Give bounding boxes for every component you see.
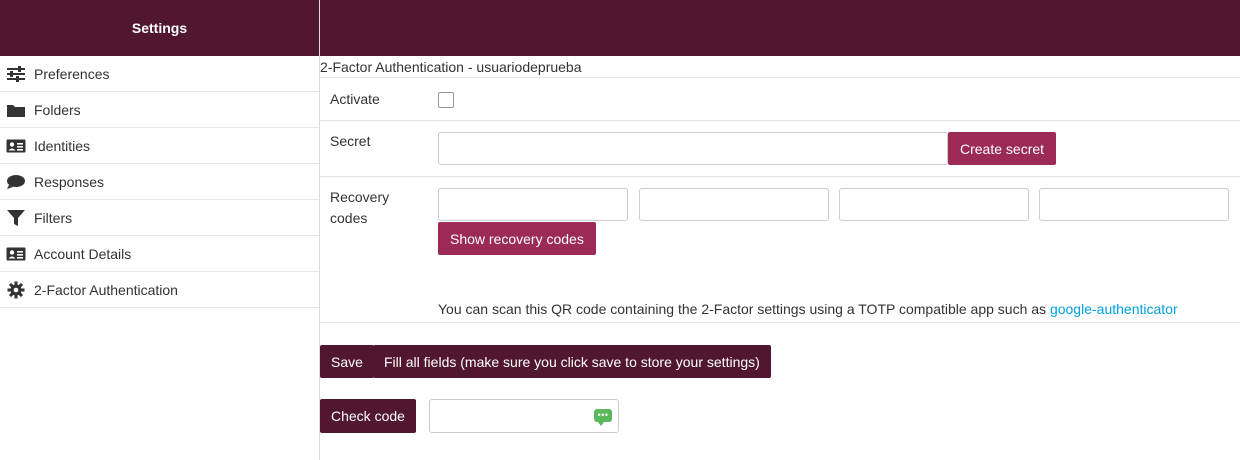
top-header-bar xyxy=(320,0,1240,56)
chat-dots-icon: ••• xyxy=(594,409,612,426)
settings-sidebar: Settings Preferences Folders Identities … xyxy=(0,0,320,460)
two-factor-panel: 2-Factor Authentication - usuariodeprueb… xyxy=(320,56,1240,460)
sidebar-item-label: Account Details xyxy=(34,245,132,262)
recovery-codes-label: Recovery codes xyxy=(330,187,389,229)
sidebar-item-label: Filters xyxy=(34,209,73,226)
secret-row: Secret Create secret xyxy=(320,121,1240,177)
sidebar-item-folders[interactable]: Folders xyxy=(0,92,319,128)
fill-all-fields-button[interactable]: Fill all fields (make sure you click sav… xyxy=(373,345,771,378)
sidebar-item-filters[interactable]: Filters xyxy=(0,200,319,236)
check-code-button[interactable]: Check code xyxy=(320,399,416,433)
activate-label: Activate xyxy=(330,91,380,107)
gear-icon xyxy=(6,281,26,299)
comment-icon xyxy=(6,173,26,191)
google-authenticator-link[interactable]: google-authenticator xyxy=(1050,301,1178,317)
create-secret-button[interactable]: Create secret xyxy=(948,132,1057,165)
page-title: 2-Factor Authentication - usuariodeprueb… xyxy=(320,56,1240,78)
folder-icon xyxy=(6,101,26,119)
save-button[interactable]: Save xyxy=(320,345,374,378)
secret-label: Secret xyxy=(330,133,371,149)
sidebar-item-label: Responses xyxy=(34,173,105,190)
sidebar-item-preferences[interactable]: Preferences xyxy=(0,56,319,92)
recovery-code-input-2[interactable] xyxy=(639,188,829,221)
activate-row: Activate xyxy=(320,78,1240,121)
recovery-code-input-3[interactable] xyxy=(839,188,1029,221)
activate-checkbox[interactable] xyxy=(438,92,454,108)
recovery-code-input-4[interactable] xyxy=(1039,188,1229,221)
filter-icon xyxy=(6,209,26,227)
show-recovery-codes-button[interactable]: Show recovery codes xyxy=(438,222,596,255)
sidebar-item-label: Identities xyxy=(34,137,91,154)
sidebar-item-account-details[interactable]: Account Details xyxy=(0,236,319,272)
recovery-label-line2: codes xyxy=(330,210,368,226)
check-code-input[interactable]: ••• xyxy=(429,399,619,433)
sidebar-item-label: Folders xyxy=(34,101,81,118)
sidebar-title: Settings xyxy=(0,0,319,56)
qr-instructions-text: You can scan this QR code containing the… xyxy=(438,301,1050,317)
recovery-label-line1: Recovery xyxy=(330,189,390,205)
qr-instructions: You can scan this QR code containing the… xyxy=(438,301,1178,317)
sidebar-item-identities[interactable]: Identities xyxy=(0,128,319,164)
sidebar-item-responses[interactable]: Responses xyxy=(0,164,319,200)
id-card-icon xyxy=(6,137,26,155)
sidebar-item-label: Preferences xyxy=(34,65,110,82)
sidebar-item-2fa[interactable]: 2-Factor Authentication xyxy=(0,272,319,308)
recovery-code-input-1[interactable] xyxy=(438,188,628,221)
sidebar-item-label: 2-Factor Authentication xyxy=(34,281,178,298)
secret-input[interactable] xyxy=(438,132,948,165)
sliders-icon xyxy=(6,65,26,83)
id-card-icon xyxy=(6,245,26,263)
